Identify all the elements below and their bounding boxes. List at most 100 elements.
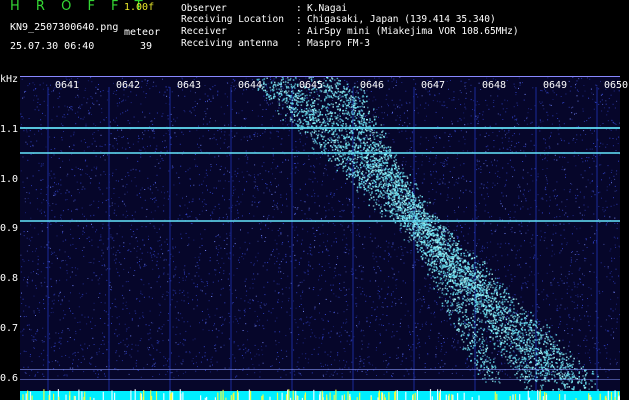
x-tick-label: 0650 — [604, 80, 629, 91]
peak-mark — [248, 389, 250, 400]
peak-mark — [296, 395, 298, 400]
peak-mark — [429, 389, 432, 400]
peak-mark — [412, 394, 414, 400]
peak-mark — [544, 392, 546, 400]
y-tick-label: 0.9 — [0, 223, 19, 234]
capture-datetime: 25.07.30 06:40 — [10, 41, 95, 52]
peak-mark — [236, 390, 239, 400]
peak-mark — [262, 394, 264, 400]
peak-mark — [431, 396, 433, 400]
peak-mark — [65, 394, 67, 400]
peak-mark — [78, 389, 80, 400]
spectrogram-plot[interactable] — [20, 77, 620, 400]
peak-mark — [31, 395, 33, 400]
reference-line — [20, 379, 620, 380]
peak-mark — [261, 395, 263, 400]
x-tick-label: 0647 — [421, 80, 446, 91]
peak-mark — [182, 392, 184, 400]
peak-mark — [545, 394, 548, 400]
peak-mark — [319, 394, 321, 400]
peak-mark — [496, 393, 498, 400]
peak-mark — [451, 394, 453, 400]
peak-mark — [326, 394, 328, 400]
y-tick-label: 1.1 — [0, 124, 19, 135]
x-tick-label: 0642 — [116, 80, 141, 91]
peak-mark — [610, 392, 613, 400]
peak-mark — [438, 392, 441, 400]
peak-mark — [448, 393, 450, 400]
peak-mark — [102, 391, 104, 400]
peak-mark — [539, 389, 541, 400]
peak-mark — [69, 391, 71, 400]
location-key: Receiving Location — [181, 14, 284, 25]
peak-mark — [599, 393, 601, 400]
peak-mark — [416, 390, 418, 400]
x-tick-label: 0641 — [55, 80, 80, 91]
peak-mark — [537, 389, 539, 400]
peak-mark — [394, 390, 397, 400]
peak-mark — [250, 390, 252, 400]
x-tick-label: 0644 — [238, 80, 263, 91]
peak-mark — [564, 394, 566, 400]
peak-mark — [321, 390, 323, 400]
peak-mark — [519, 394, 521, 400]
peak-mark — [414, 392, 416, 400]
y-tick-label: 0.7 — [0, 323, 19, 334]
peak-mark — [48, 395, 50, 400]
peak-mark — [359, 392, 361, 400]
peak-mark — [155, 391, 158, 400]
receiver-value: AirSpy mini (Miakejima VOR 108.65MHz) — [307, 26, 519, 37]
y-tick-label: 0.8 — [0, 273, 19, 284]
peak-mark — [43, 389, 45, 400]
peak-mark — [304, 392, 306, 400]
peak-mark — [437, 389, 439, 400]
peak-mark — [292, 390, 294, 400]
x-tick-label: 0649 — [543, 80, 568, 91]
header-panel: H R O F F T 1.00f KN9_2507300640.png 25.… — [0, 0, 629, 76]
peak-mark — [230, 395, 232, 400]
x-tick-label: 0648 — [482, 80, 507, 91]
peak-mark — [452, 394, 454, 400]
peak-mark — [313, 389, 315, 400]
peak-mark — [222, 389, 224, 400]
peak-mark — [281, 392, 283, 400]
peak-mark — [29, 391, 32, 400]
peak-mark — [542, 396, 544, 400]
x-tick-label: 0643 — [177, 80, 202, 91]
peak-mark — [396, 390, 398, 400]
peak-mark — [233, 392, 235, 400]
peak-mark — [463, 392, 465, 400]
peak-mark — [217, 392, 219, 400]
peak-mark — [457, 393, 459, 400]
peak-mark — [276, 392, 279, 400]
reference-line — [20, 369, 620, 370]
meteor-count-value: 39 — [140, 41, 153, 52]
peak-mark — [53, 393, 55, 400]
peak-mark — [445, 394, 447, 400]
peak-mark — [287, 389, 289, 400]
peak-mark — [200, 395, 202, 400]
x-tick-label: 0646 — [360, 80, 385, 91]
peak-mark — [25, 393, 27, 400]
peak-mark — [604, 396, 606, 400]
peak-mark — [180, 393, 182, 400]
peak-mark — [163, 393, 165, 400]
peak-mark — [335, 389, 337, 400]
peak-mark — [509, 396, 511, 400]
y-axis-unit: kHz — [0, 74, 19, 85]
peak-mark — [74, 396, 76, 400]
peak-mark — [388, 392, 390, 400]
antenna-key: Receiving antenna — [181, 38, 279, 49]
peak-mark — [405, 391, 407, 400]
receiver-key: Receiver — [181, 26, 227, 37]
peak-mark — [170, 393, 172, 400]
location-colon: : — [296, 14, 302, 25]
meteor-count-label: meteor — [124, 27, 161, 38]
location-value: Chigasaki, Japan (139.414 35.340) — [307, 14, 496, 25]
peak-mark — [527, 390, 529, 400]
y-tick-label: 1.0 — [0, 174, 19, 185]
carrier-line — [20, 127, 620, 129]
carrier-line — [20, 152, 620, 154]
x-tick-label: 0645 — [299, 80, 324, 91]
peak-mark — [478, 395, 480, 400]
